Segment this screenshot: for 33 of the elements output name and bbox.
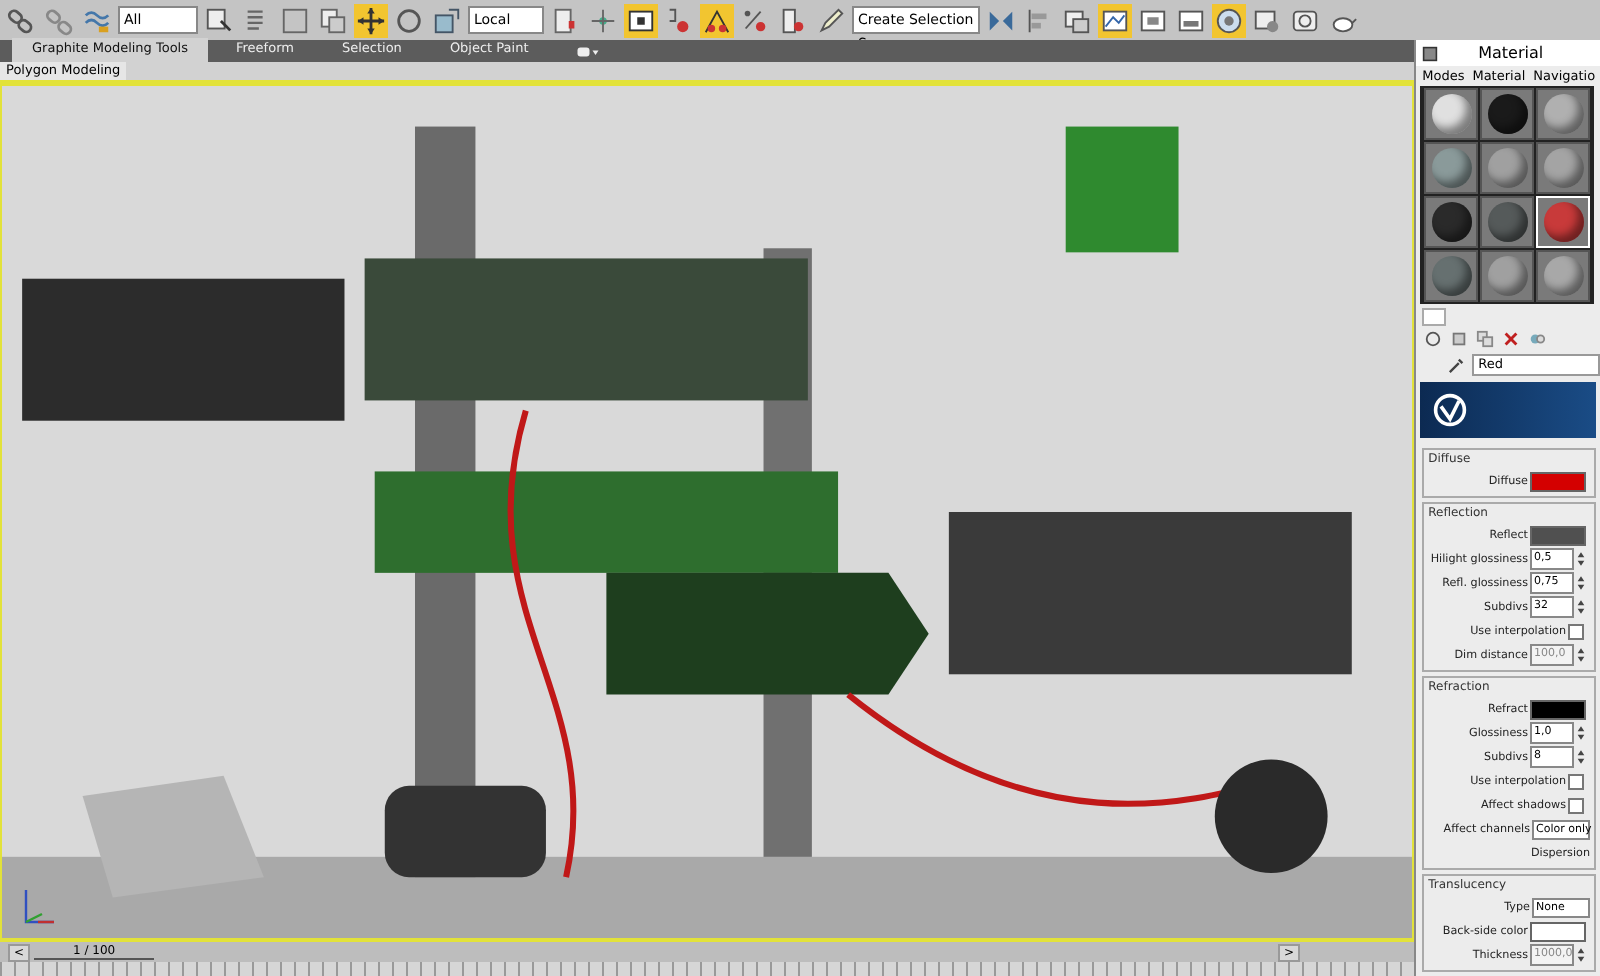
color-swatch[interactable] [1530,525,1586,545]
color-swatch[interactable] [1530,699,1586,719]
rotate-icon[interactable] [392,3,426,37]
spinner-arrows-icon[interactable] [1576,646,1586,664]
snap-icon[interactable] [624,3,658,37]
checkbox[interactable] [1568,623,1584,639]
color-swatch[interactable] [1530,471,1586,491]
move-icon[interactable] [354,3,388,37]
checkbox[interactable] [1568,773,1584,789]
sample-icon[interactable] [1424,330,1443,348]
window-icon[interactable] [316,3,350,37]
spinner-arrows-icon[interactable] [1576,946,1586,964]
window-icon [1422,45,1439,61]
select-object-icon[interactable] [202,3,236,37]
options-icon[interactable] [576,46,601,58]
v-check-logo-icon [1432,392,1469,428]
eyedropper-icon[interactable] [1448,355,1467,373]
spinner-arrows-icon[interactable] [1576,598,1586,616]
scroll-bar[interactable] [1422,308,1447,326]
graph-icon[interactable] [1098,3,1132,37]
spinner-arrows-icon[interactable] [1576,748,1586,766]
window-title: Material [1478,44,1544,62]
color-swatch[interactable] [1530,921,1586,941]
scale-icon[interactable] [430,3,464,37]
checkbox[interactable] [1568,797,1584,813]
spinner-arrows-icon[interactable] [1576,724,1586,742]
copy-icon[interactable] [1476,330,1495,348]
region-icon[interactable] [278,3,312,37]
angle-snap-icon[interactable] [700,3,734,37]
delete-icon[interactable] [1502,330,1521,348]
spinner-arrows-icon[interactable] [1576,550,1586,568]
spinner-arrows-icon[interactable] [1576,574,1586,592]
link-icon[interactable] [4,3,38,37]
